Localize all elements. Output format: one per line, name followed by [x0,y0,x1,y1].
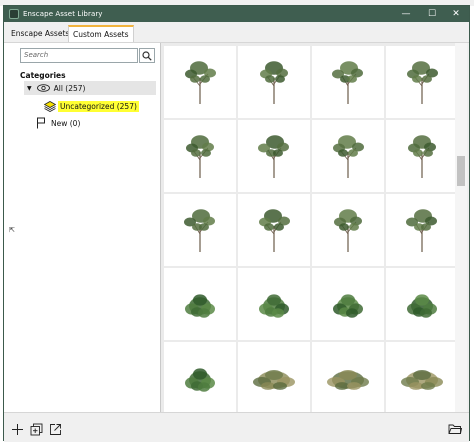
bush-preview-image [327,370,369,390]
duplicate-icon [30,423,42,435]
open-folder-button[interactable] [447,421,463,437]
tree-preview-image [258,135,289,178]
asset-thumbnail[interactable] [312,268,384,340]
tree-preview-image [333,135,364,178]
asset-grid [161,43,455,413]
asset-thumbnail[interactable] [238,46,310,118]
category-new-label: New (0) [51,118,81,128]
collapse-panel-button[interactable]: ⇱ [9,226,15,234]
asset-thumbnail[interactable] [164,46,236,118]
asset-thumbnail[interactable] [164,342,236,413]
asset-thumbnail[interactable] [312,46,384,118]
category-uncategorized-label: Uncategorized (257) [58,100,139,112]
asset-library-window: Enscape Asset Library — ☐ ✕ Enscape Asse… [3,5,470,442]
export-icon [49,423,61,435]
title-bar[interactable]: Enscape Asset Library — ☐ ✕ [4,6,469,22]
bottom-toolbar [4,412,469,442]
shrub-preview-image [407,294,437,318]
asset-thumbnail[interactable] [312,120,384,192]
tree-preview-image [186,135,214,178]
asset-thumbnail[interactable] [164,194,236,266]
tree-preview-image [407,61,438,104]
shrub-preview-image [259,294,289,318]
add-icon [11,423,23,435]
library-body: Search Categories ▼ All (257) Uncategori… [4,42,469,413]
add-asset-button[interactable] [9,421,25,437]
category-uncategorized[interactable]: Uncategorized (257) [44,100,139,112]
bush-preview-image [253,370,295,390]
tree-preview-image [185,61,216,104]
asset-thumbnail[interactable] [386,342,455,413]
asset-thumbnail[interactable] [386,268,455,340]
close-button[interactable]: ✕ [444,6,468,22]
tab-custom-assets[interactable]: Custom Assets [68,25,134,42]
minimize-button[interactable]: — [394,6,418,22]
category-panel: Search Categories ▼ All (257) Uncategori… [4,43,160,412]
categories-heading: Categories [20,71,66,80]
shrub-preview-image [185,368,215,392]
tree-preview-image [408,135,436,178]
category-all-label: All (257) [53,83,86,93]
asset-thumbnail[interactable] [238,268,310,340]
export-asset-button[interactable] [47,421,63,437]
maximize-button[interactable]: ☐ [420,6,444,22]
tab-bar: Enscape Assets Custom Assets [4,22,469,42]
asset-thumbnail[interactable] [312,194,384,266]
asset-thumbnail[interactable] [386,46,455,118]
asset-thumbnail[interactable] [238,342,310,413]
asset-thumbnail[interactable] [386,194,455,266]
duplicate-asset-button[interactable] [28,421,44,437]
asset-thumbnail[interactable] [238,194,310,266]
tree-preview-image [259,209,290,252]
tree-preview-image [332,61,363,104]
eye-icon [36,84,50,92]
tree-preview-image [406,209,437,252]
tree-preview-image [334,209,362,252]
asset-thumbnail[interactable] [386,120,455,192]
category-all[interactable]: ▼ All (257) [24,81,156,95]
tree-preview-image [260,61,288,104]
window-title: Enscape Asset Library [23,10,103,18]
expand-triangle-icon[interactable]: ▼ [27,85,32,92]
search-icon [142,50,152,61]
tree-preview-image [184,209,215,252]
scrollbar-thumb[interactable] [457,156,465,186]
search-input[interactable]: Search [20,48,138,63]
flag-icon [37,117,45,129]
asset-thumbnail[interactable] [312,342,384,413]
search-button[interactable] [139,48,155,63]
tab-enscape-assets[interactable]: Enscape Assets [7,25,73,42]
layers-icon [44,100,56,112]
bush-preview-image [401,370,443,390]
asset-thumbnail[interactable] [238,120,310,192]
app-logo-icon [9,9,19,19]
asset-thumbnail[interactable] [164,120,236,192]
shrub-preview-image [185,294,215,318]
folder-icon [448,424,462,434]
vertical-scrollbar[interactable] [455,43,467,413]
shrub-preview-image [333,294,363,318]
category-new[interactable]: New (0) [36,117,80,129]
asset-thumbnail[interactable] [164,268,236,340]
